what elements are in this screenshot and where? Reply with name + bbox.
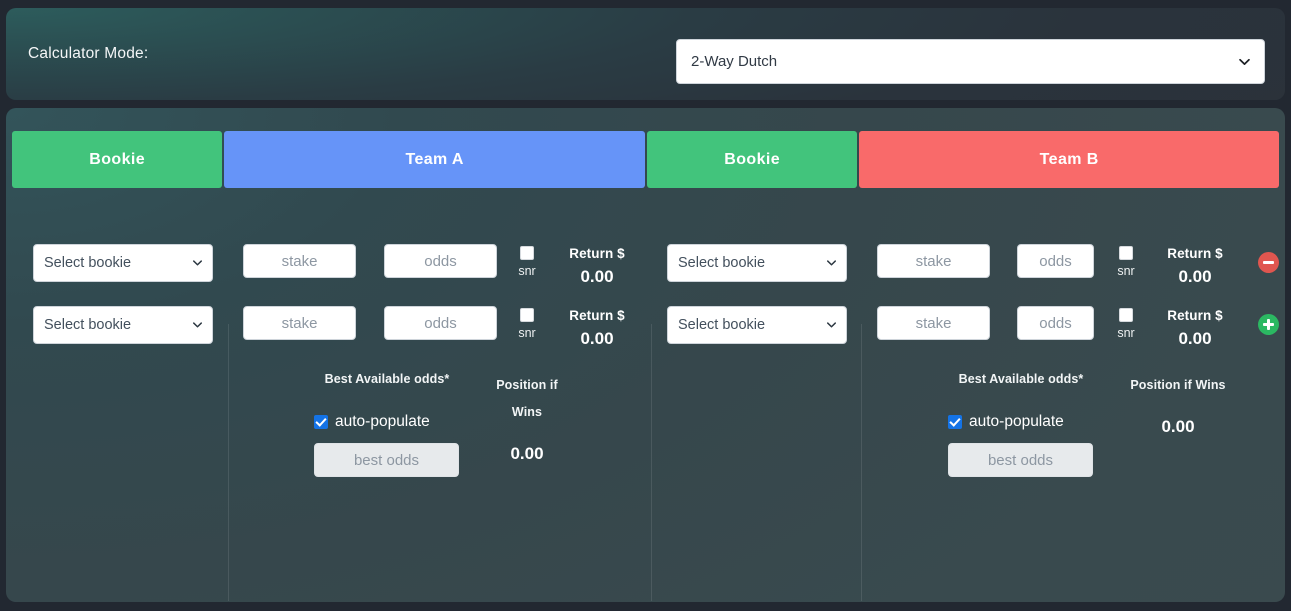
auto-populate-group-right: auto-populate	[948, 413, 1064, 431]
odds-input-left-2[interactable]	[384, 306, 497, 340]
stake-input-right-2[interactable]	[877, 306, 990, 340]
calculator-mode-select-wrap: 2-Way Dutch	[676, 39, 1265, 84]
position-if-wins-value-right: 0.00	[1161, 417, 1195, 436]
return-label: Return $	[569, 246, 625, 261]
position-if-wins-header-right: Position if Wins	[1130, 378, 1226, 392]
auto-populate-label: auto-populate	[335, 413, 430, 430]
auto-populate-label: auto-populate	[969, 413, 1064, 430]
bookie-select-wrap-right-2: Select bookie	[667, 306, 847, 344]
position-if-wins-header-left-line2: Wins	[511, 405, 543, 419]
snr-checkbox-left-2[interactable]	[520, 308, 534, 322]
auto-populate-checkbox-right[interactable]	[948, 415, 962, 429]
bookie-select-right-1[interactable]: Select bookie	[667, 244, 847, 282]
header-team-a[interactable]: Team A	[224, 131, 645, 188]
odds-input-right-2[interactable]	[1017, 306, 1094, 340]
remove-row-button[interactable]	[1258, 252, 1279, 273]
snr-label: snr	[1117, 326, 1135, 340]
stake-input-right-1[interactable]	[877, 244, 990, 278]
calculator-main-panel: Bookie Team A Bookie Team B Select booki…	[6, 108, 1285, 602]
return-value: 0.00	[1178, 267, 1212, 286]
plus-circle-icon-vertical	[1267, 319, 1270, 330]
return-label: Return $	[1167, 246, 1223, 261]
odds-input-left-1[interactable]	[384, 244, 497, 278]
bookie-select-right-2[interactable]: Select bookie	[667, 306, 847, 344]
divider-center	[651, 324, 652, 601]
snr-checkbox-right-1[interactable]	[1119, 246, 1133, 260]
stake-input-left-2[interactable]	[243, 306, 356, 340]
bookie-select-wrap-left-1: Select bookie	[33, 244, 213, 282]
header-team-b[interactable]: Team B	[859, 131, 1279, 188]
stake-input-left-1[interactable]	[243, 244, 356, 278]
snr-label: snr	[518, 264, 536, 278]
snr-label: snr	[1117, 264, 1135, 278]
return-group-right-1: Return $ 0.00	[1135, 246, 1255, 287]
calculator-mode-label: Calculator Mode:	[28, 45, 149, 62]
return-group-right-2: Return $ 0.00	[1135, 308, 1255, 349]
bookie-select-wrap-right-1: Select bookie	[667, 244, 847, 282]
header-bookie-a[interactable]: Bookie	[12, 131, 223, 188]
column-headers-row: Bookie Team A Bookie Team B	[6, 131, 1285, 188]
best-odds-input-left[interactable]	[314, 443, 459, 477]
snr-checkbox-right-2[interactable]	[1119, 308, 1133, 322]
odds-input-right-1[interactable]	[1017, 244, 1094, 278]
return-value: 0.00	[1178, 329, 1212, 348]
add-row-button[interactable]	[1258, 314, 1279, 335]
position-if-wins-value-left: 0.00	[510, 444, 544, 463]
divider-left	[228, 324, 229, 601]
best-odds-input-right[interactable]	[948, 443, 1093, 477]
return-value: 0.00	[580, 329, 614, 348]
calculator-page: Calculator Mode: 2-Way Dutch Bookie Team…	[0, 0, 1291, 611]
snr-checkbox-left-1[interactable]	[520, 246, 534, 260]
auto-populate-group-left: auto-populate	[314, 413, 430, 431]
auto-populate-checkbox-left[interactable]	[314, 415, 328, 429]
position-if-wins-header-left-line1: Position if	[496, 378, 558, 392]
bookie-select-wrap-left-2: Select bookie	[33, 306, 213, 344]
best-available-odds-header-left: Best Available odds*	[324, 372, 450, 386]
minus-circle-icon	[1263, 261, 1274, 264]
bookie-select-left-2[interactable]: Select bookie	[33, 306, 213, 344]
header-bookie-b[interactable]: Bookie	[647, 131, 858, 188]
snr-label: snr	[518, 326, 536, 340]
return-group-left-1: Return $ 0.00	[537, 246, 657, 287]
return-value: 0.00	[580, 267, 614, 286]
return-group-left-2: Return $ 0.00	[537, 308, 657, 349]
calculator-mode-panel: Calculator Mode: 2-Way Dutch	[6, 8, 1285, 100]
return-label: Return $	[1167, 308, 1223, 323]
return-label: Return $	[569, 308, 625, 323]
divider-right	[861, 324, 862, 601]
bookie-select-left-1[interactable]: Select bookie	[33, 244, 213, 282]
calculator-mode-select[interactable]: 2-Way Dutch	[676, 39, 1265, 84]
best-available-odds-header-right: Best Available odds*	[958, 372, 1084, 386]
